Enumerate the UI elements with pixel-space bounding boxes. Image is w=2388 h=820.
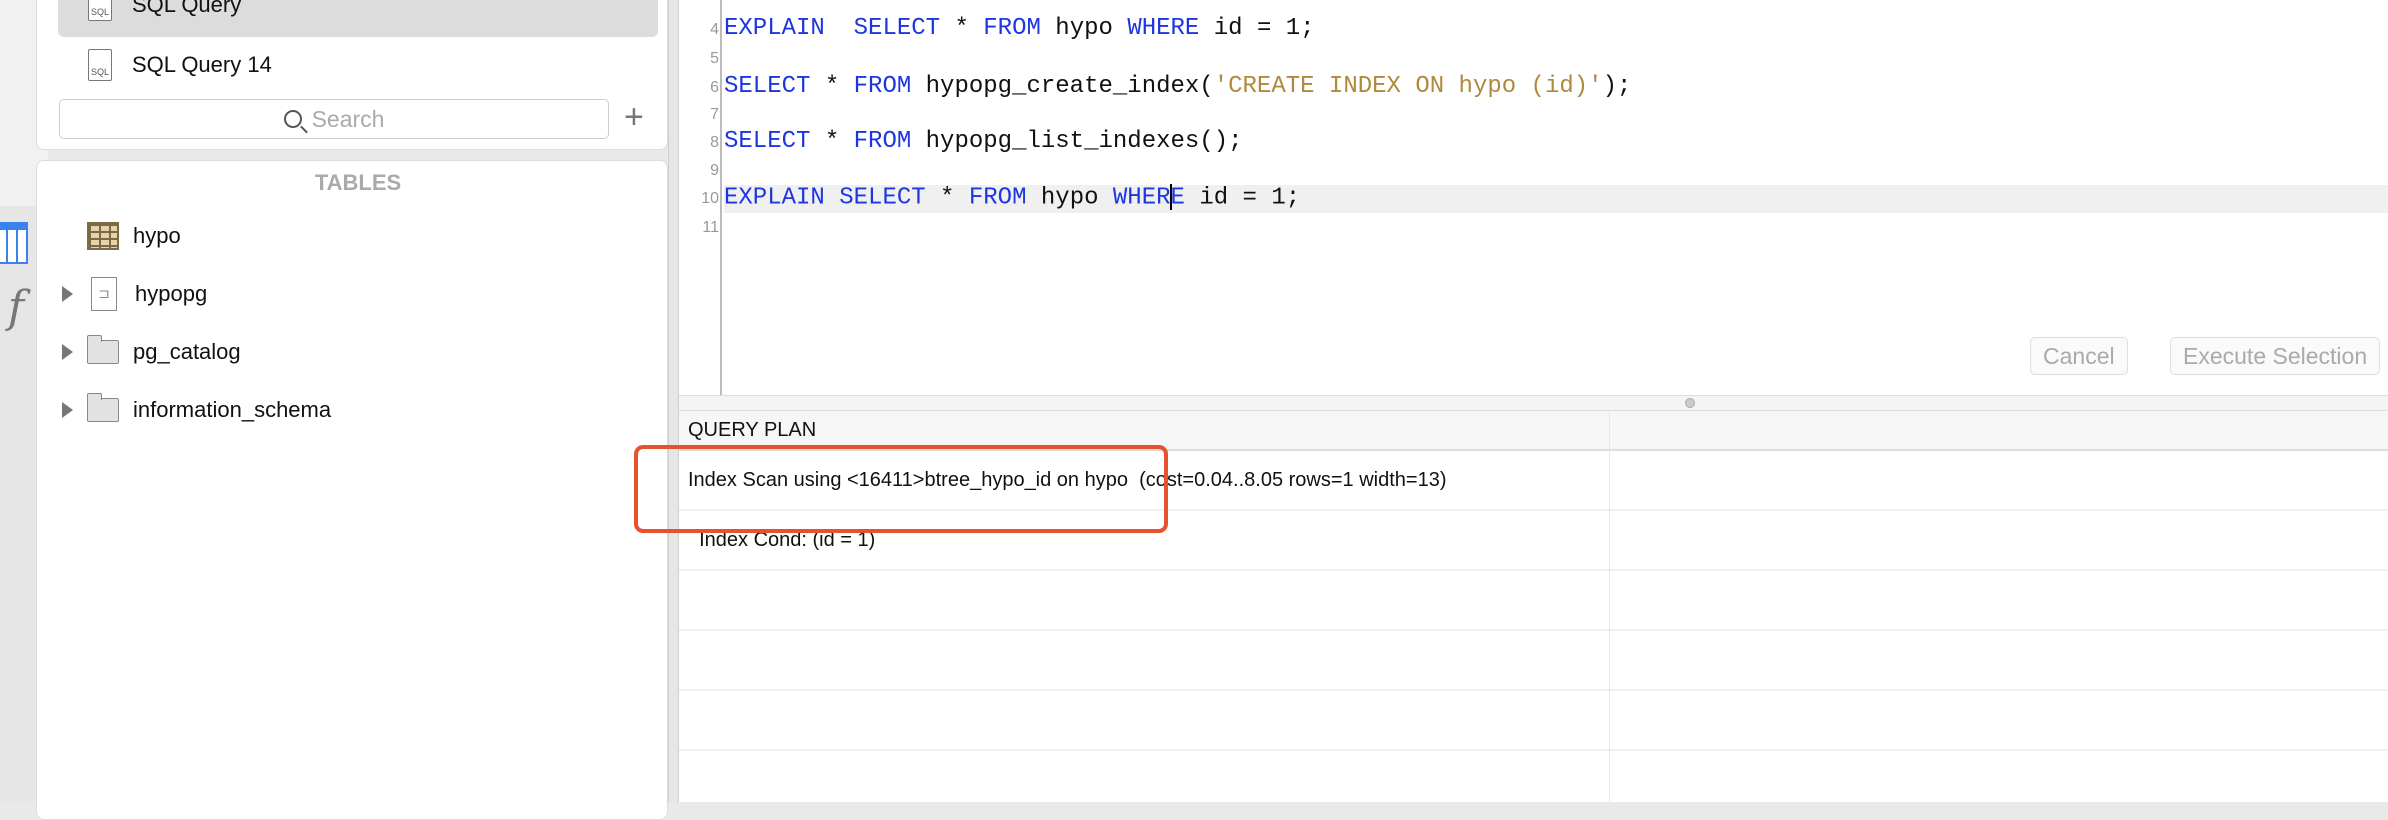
extension-icon: ⊐	[91, 277, 117, 311]
annotation-highlight-box	[634, 445, 1168, 533]
code-line[interactable]: EXPLAIN SELECT * FROM hypo WHERE id = 1;	[724, 184, 1300, 212]
sidebar-splitter[interactable]	[668, 0, 679, 802]
sql-keyword: SELECT	[724, 128, 811, 155]
sql-text: hypopg_list_indexes();	[911, 128, 1243, 155]
column-header-label: QUERY PLAN	[688, 418, 817, 441]
disclosure-triangle-icon[interactable]	[62, 286, 73, 302]
sql-file-icon: SQL	[88, 0, 112, 21]
query-label: SQL Query 14	[132, 52, 272, 77]
sql-keyword: SELECT	[853, 15, 941, 42]
editor-results-splitter[interactable]	[679, 395, 2388, 411]
sql-keyword: FROM	[968, 184, 1027, 212]
sql-text: *	[925, 184, 969, 212]
sql-keyword: FROM	[853, 73, 912, 100]
sql-keyword: FROM	[983, 15, 1041, 42]
sql-text: id = 1;	[1199, 15, 1315, 42]
sql-keyword: E	[1170, 184, 1185, 212]
table-icon	[87, 222, 119, 250]
table-row[interactable]	[679, 571, 2388, 631]
sql-text: id = 1;	[1184, 184, 1301, 212]
sql-file-icon: SQL	[88, 49, 112, 81]
tree-label: information_schema	[133, 397, 332, 422]
search-input[interactable]: Search	[59, 99, 609, 139]
line-number: 9	[710, 162, 719, 179]
tables-panel	[36, 160, 668, 820]
execute-selection-button[interactable]: Execute Selection	[2170, 337, 2381, 375]
tree-label: hypo	[133, 223, 181, 248]
search-icon	[283, 110, 302, 128]
line-number: 7	[710, 106, 719, 123]
folder-icon	[87, 335, 119, 364]
line-number: 3	[679, 0, 719, 4]
tree-item-pg-catalog[interactable]: pg_catalog	[62, 332, 241, 372]
add-query-button[interactable]: +	[624, 98, 644, 137]
sql-keyword: SELECT	[839, 184, 926, 212]
tree-item-information-schema[interactable]: information_schema	[62, 390, 331, 430]
sql-keyword: EXPLAIN	[724, 184, 825, 212]
sql-text: *	[940, 15, 984, 42]
folder-icon	[87, 393, 119, 422]
tree-label: pg_catalog	[133, 339, 241, 364]
table-icon[interactable]	[0, 222, 28, 264]
tables-section-title: TABLES	[314, 170, 402, 195]
sql-text: *	[810, 73, 854, 100]
line-number: 8	[710, 134, 719, 151]
function-icon[interactable]: f	[0, 282, 32, 333]
sql-text: hypo	[1026, 184, 1113, 212]
sql-keyword: SELECT	[724, 73, 811, 100]
sql-text: hypo	[1040, 15, 1128, 42]
sql-keyword: WHER	[1112, 184, 1171, 212]
sql-keyword: FROM	[853, 128, 912, 155]
query-label: SQL Query	[132, 0, 242, 17]
query-item[interactable]: SQL SQL Query 14	[88, 48, 272, 82]
tree-item-hypopg[interactable]: ⊐ hypopg	[62, 274, 207, 314]
query-item[interactable]: SQL SQL Query	[88, 0, 241, 22]
code-line[interactable]: EXPLAIN SELECT * FROM hypo WHERE id = 1;	[724, 15, 1315, 43]
code-line[interactable]: SELECT * FROM hypopg_list_indexes();	[724, 128, 1243, 156]
disclosure-triangle-icon[interactable]	[62, 402, 73, 418]
table-row[interactable]	[679, 691, 2388, 751]
sql-keyword: WHERE	[1127, 15, 1200, 42]
search-placeholder: Search	[311, 105, 385, 132]
splitter-handle[interactable]	[1685, 398, 1695, 408]
line-number: 6	[710, 79, 719, 96]
line-number: 4	[710, 21, 719, 38]
disclosure-triangle-icon[interactable]	[62, 344, 73, 360]
line-number: 5	[710, 50, 719, 67]
sql-text: );	[1602, 73, 1632, 100]
sql-string: 'CREATE INDEX ON hypo (id)'	[1213, 73, 1603, 100]
sql-text: hypopg_create_index(	[911, 73, 1214, 100]
sql-text: *	[810, 128, 854, 155]
column-divider	[1609, 411, 1610, 802]
table-row[interactable]	[679, 631, 2388, 691]
cancel-button[interactable]: Cancel	[2030, 337, 2128, 375]
tree-label: hypopg	[135, 281, 208, 306]
line-number: 10	[701, 190, 719, 207]
sql-keyword: EXPLAIN	[724, 15, 825, 42]
tree-item-hypo[interactable]: hypo	[62, 216, 181, 256]
code-line[interactable]: SELECT * FROM hypopg_create_index('CREAT…	[724, 73, 1631, 101]
line-number: 11	[702, 219, 719, 236]
